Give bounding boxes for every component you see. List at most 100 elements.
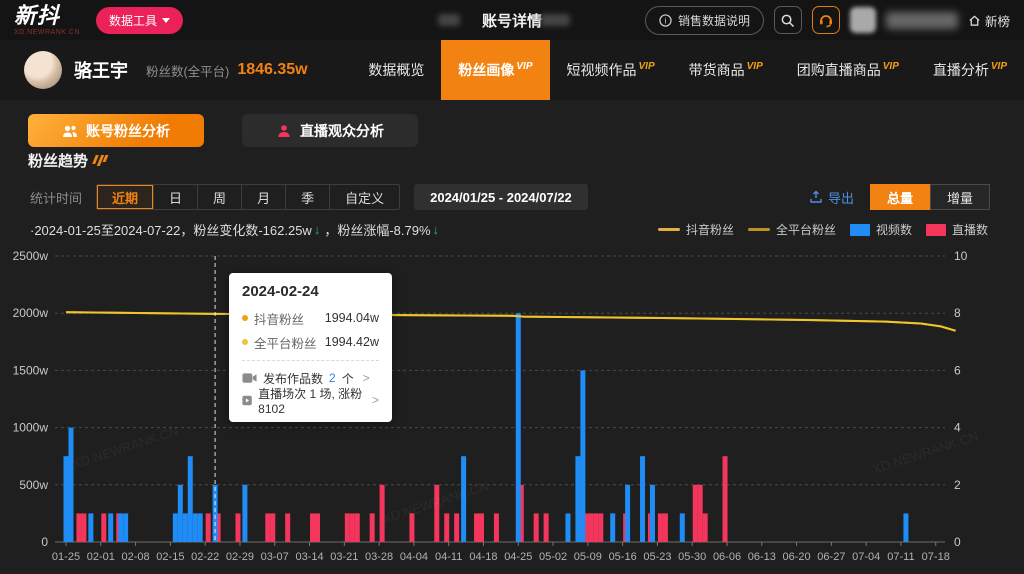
video-count-bar[interactable] [650, 485, 655, 542]
live-count-bar[interactable] [265, 513, 270, 542]
sales-data-info-button[interactable]: i 销售数据说明 [645, 6, 764, 35]
live-count-bar[interactable] [598, 513, 603, 542]
live-count-bar[interactable] [370, 513, 375, 542]
time-option-月[interactable]: 月 [242, 185, 286, 209]
video-count-bar[interactable] [640, 456, 645, 542]
newrank-home-link[interactable]: 新榜 [968, 11, 1010, 30]
video-count-bar[interactable] [580, 370, 585, 542]
date-range-picker[interactable]: 2024/01/25 - 2024/07/22 [414, 184, 588, 210]
fans-line-抖音粉丝[interactable] [66, 312, 956, 331]
video-count-bar[interactable] [183, 513, 188, 542]
live-count-bar[interactable] [474, 513, 479, 542]
video-count-bar[interactable] [68, 428, 73, 542]
video-count-bar[interactable] [88, 513, 93, 542]
nav-item-直播分析[interactable]: 直播分析VIP [916, 40, 1024, 100]
live-count-bar[interactable] [235, 513, 240, 542]
mode-option-总量[interactable]: 总量 [870, 184, 930, 210]
chart-canvas[interactable]: 2500w102000w81500w61000w4500w20001-2502-… [0, 245, 1024, 574]
live-count-bar[interactable] [593, 513, 598, 542]
video-count-bar[interactable] [108, 513, 113, 542]
video-count-bar[interactable] [123, 513, 128, 542]
user-name-redacted[interactable] [886, 12, 958, 29]
live-count-bar[interactable] [285, 513, 290, 542]
data-tools-button[interactable]: 数据工具 [96, 7, 183, 34]
live-count-bar[interactable] [534, 513, 539, 542]
video-count-bar[interactable] [565, 513, 570, 542]
nav-item-数据概览[interactable]: 数据概览 [351, 40, 441, 100]
live-count-bar[interactable] [355, 513, 360, 542]
time-option-近期[interactable]: 近期 [97, 185, 154, 209]
video-count-bar[interactable] [242, 485, 247, 542]
live-count-bar[interactable] [350, 513, 355, 542]
newrank-logo[interactable]: 新抖 XD.NEWRANK.CN [14, 5, 80, 36]
live-count-bar[interactable] [588, 513, 593, 542]
live-count-bar[interactable] [310, 513, 315, 542]
live-count-bar[interactable] [315, 513, 320, 542]
video-count-bar[interactable] [516, 313, 521, 542]
time-option-自定义[interactable]: 自定义 [330, 185, 399, 209]
video-count-bar[interactable] [64, 456, 69, 542]
tab-账号粉丝分析[interactable]: 账号粉丝分析 [28, 114, 204, 147]
live-count-bar[interactable] [345, 513, 350, 542]
search-button[interactable] [774, 6, 802, 34]
live-count-bar[interactable] [723, 456, 728, 542]
series-label: 全平台粉丝 [254, 333, 317, 352]
video-count-bar[interactable] [198, 513, 203, 542]
time-option-周[interactable]: 周 [198, 185, 242, 209]
live-count-bar[interactable] [494, 513, 499, 542]
video-count-bar[interactable] [188, 456, 193, 542]
nav-item-短视频作品[interactable]: 短视频作品VIP [550, 40, 672, 100]
tab-label: 账号粉丝分析 [86, 121, 170, 141]
live-count-bar[interactable] [434, 485, 439, 542]
live-count-bar[interactable] [270, 513, 275, 542]
video-count-bar[interactable] [193, 513, 198, 542]
video-count-bar[interactable] [461, 456, 466, 542]
video-count-bar[interactable] [903, 513, 908, 542]
newrank-home-label: 新榜 [985, 11, 1010, 30]
live-count-bar[interactable] [76, 513, 81, 542]
live-count-bar[interactable] [663, 513, 668, 542]
x-axis-label: 03-14 [295, 551, 323, 563]
video-count-bar[interactable] [118, 513, 123, 542]
mode-option-增量[interactable]: 增量 [930, 184, 990, 210]
account-avatar[interactable] [24, 51, 62, 89]
live-count-bar[interactable] [81, 513, 86, 542]
video-count-bar[interactable] [575, 456, 580, 542]
video-count-bar[interactable] [178, 485, 183, 542]
live-count-bar[interactable] [101, 513, 106, 542]
video-count-bar[interactable] [680, 513, 685, 542]
live-count-bar[interactable] [444, 513, 449, 542]
live-count-bar[interactable] [698, 485, 703, 542]
fans-trend-chart[interactable]: 2500w102000w81500w61000w4500w20001-2502-… [0, 245, 1024, 574]
live-count-bar[interactable] [479, 513, 484, 542]
nav-item-团购直播商品[interactable]: 团购直播商品VIP [780, 40, 916, 100]
legend-item-抖音粉丝[interactable]: 抖音粉丝 [658, 221, 734, 238]
video-count-bar[interactable] [625, 485, 630, 542]
live-count-bar[interactable] [206, 513, 211, 542]
nav-item-粉丝画像[interactable]: 粉丝画像VIP [441, 40, 549, 100]
user-avatar[interactable] [850, 7, 876, 33]
video-count-bar[interactable] [213, 485, 218, 542]
live-count-bar[interactable] [454, 513, 459, 542]
nav-item-带货商品[interactable]: 带货商品VIP [672, 40, 780, 100]
legend-item-直播数[interactable]: 直播数 [926, 221, 988, 238]
live-count-bar[interactable] [409, 513, 414, 542]
live-count-bar[interactable] [693, 485, 698, 542]
live-count-bar[interactable] [658, 513, 663, 542]
video-count-bar[interactable] [173, 513, 178, 542]
x-axis-label: 06-20 [783, 551, 811, 563]
export-button[interactable]: 导出 [809, 188, 854, 207]
time-option-日[interactable]: 日 [154, 185, 198, 209]
x-axis-label: 04-18 [469, 551, 497, 563]
live-count-bar[interactable] [703, 513, 708, 542]
legend-item-视频数[interactable]: 视频数 [850, 221, 912, 238]
video-count-bar[interactable] [610, 513, 615, 542]
live-count-bar[interactable] [380, 485, 385, 542]
tooltip-live-row[interactable]: 直播场次 1 场, 涨粉 8102 > [242, 389, 379, 411]
time-option-季[interactable]: 季 [286, 185, 330, 209]
app-root: 新抖 XD.NEWRANK.CN 数据工具 账号详情 i 销售数据说明 [0, 0, 1024, 574]
tab-直播观众分析[interactable]: 直播观众分析 [242, 114, 418, 147]
live-count-bar[interactable] [544, 513, 549, 542]
legend-item-全平台粉丝[interactable]: 全平台粉丝 [748, 221, 836, 238]
customer-service-button[interactable] [812, 6, 840, 34]
